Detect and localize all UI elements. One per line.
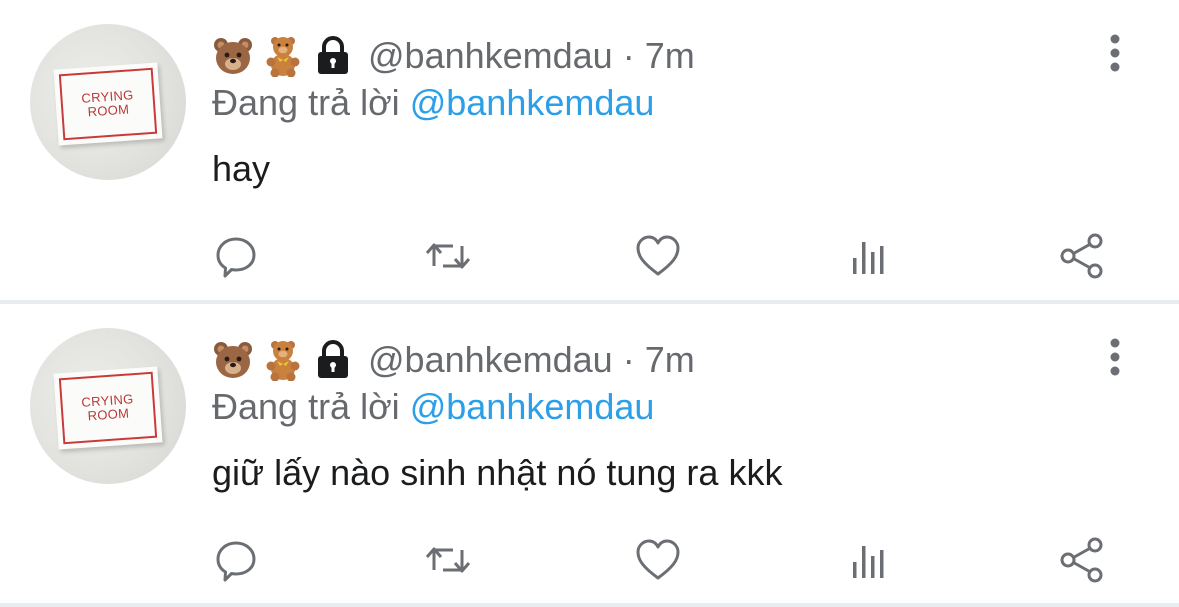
tweet-feed: CRYING ROOM @banhkemdau · 7m Đang trả lờ… [0,0,1179,607]
avatar-sign: CRYING ROOM [53,62,163,146]
like-icon[interactable] [630,228,686,284]
teddy-bear-icon [262,35,304,77]
separator: · [622,35,635,76]
tweet-actions [0,532,1179,588]
reply-context: Đang trả lời @banhkemdau [212,82,654,124]
avatar-sign-line2: ROOM [87,405,130,424]
tweet-actions [0,228,1179,284]
reply-icon[interactable] [208,228,264,284]
reply-mention-link[interactable]: @banhkemdau [410,386,655,427]
share-icon[interactable] [1054,228,1110,284]
timestamp[interactable]: 7m [645,35,695,77]
share-icon[interactable] [1054,532,1110,588]
separator: · [622,339,635,380]
reply-prefix: Đang trả lời [212,82,400,123]
tweet-header: @banhkemdau · 7m [212,336,695,384]
author-handle[interactable]: @banhkemdau [368,35,613,77]
lock-icon [312,339,354,381]
avatar-sign-line2: ROOM [87,101,130,120]
teddy-bear-icon [262,339,304,381]
author-handle[interactable]: @banhkemdau [368,339,613,381]
reply-prefix: Đang trả lời [212,386,400,427]
reply-icon[interactable] [208,532,264,588]
tweet-item[interactable]: CRYING ROOM @banhkemdau · 7m Đang trả lờ… [0,304,1179,604]
avatar[interactable]: CRYING ROOM [30,24,186,180]
avatar-sign: CRYING ROOM [53,366,163,450]
bear-face-icon [212,35,254,77]
reply-mention-link[interactable]: @banhkemdau [410,82,655,123]
tweet-divider [0,603,1179,607]
timestamp[interactable]: 7m [645,339,695,381]
tweet-text: giữ lấy nào sinh nhật nó tung ra kkk [212,452,783,493]
lock-icon [312,35,354,77]
tweet-header: @banhkemdau · 7m [212,32,695,80]
like-icon[interactable] [630,532,686,588]
stats-icon[interactable] [842,228,898,284]
reply-context: Đang trả lời @banhkemdau [212,386,654,428]
retweet-icon[interactable] [420,532,476,588]
tweet-text: hay [212,148,271,189]
retweet-icon[interactable] [420,228,476,284]
more-options-icon[interactable] [1100,34,1130,74]
avatar[interactable]: CRYING ROOM [30,328,186,484]
more-options-icon[interactable] [1100,338,1130,378]
stats-icon[interactable] [842,532,898,588]
bear-face-icon [212,339,254,381]
tweet-item[interactable]: CRYING ROOM @banhkemdau · 7m Đang trả lờ… [0,0,1179,300]
